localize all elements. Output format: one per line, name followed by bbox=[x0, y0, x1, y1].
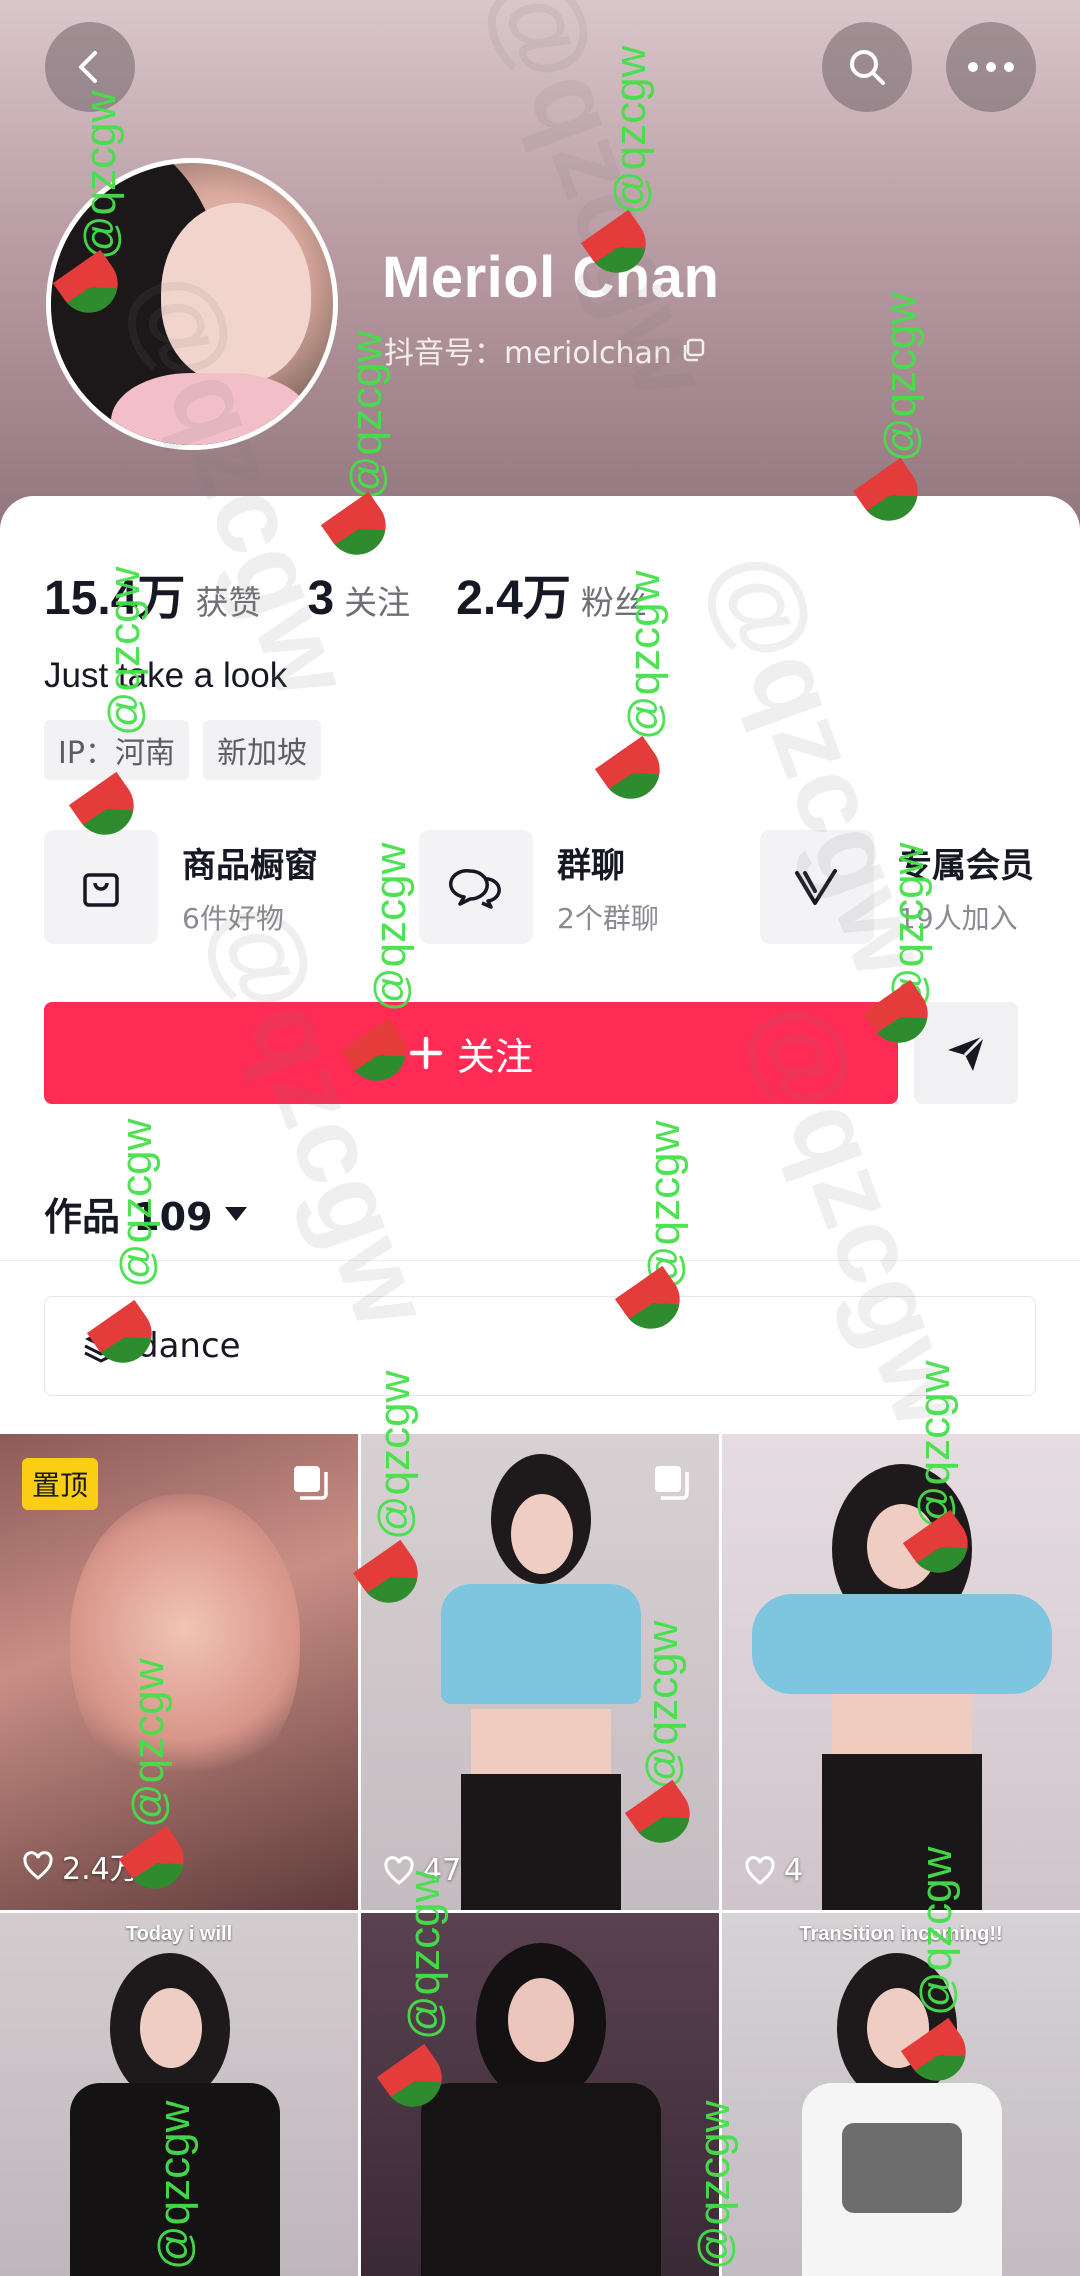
heart-icon bbox=[745, 1855, 775, 1885]
collection-label: dance bbox=[137, 1326, 241, 1366]
shopping-bag-icon bbox=[83, 873, 119, 907]
stat-label: 粉丝 bbox=[580, 583, 647, 622]
video-tile[interactable] bbox=[361, 1913, 719, 2276]
like-count-text: 47 bbox=[423, 1853, 462, 1888]
search-icon bbox=[850, 50, 885, 85]
ip-location-tag: IP：河南 bbox=[44, 720, 189, 780]
more-dots-icon bbox=[968, 62, 1014, 72]
stat-number: 3 bbox=[307, 572, 335, 625]
service-group-chat[interactable]: 群聊 2个群聊 bbox=[419, 830, 659, 944]
service-title: 商品橱窗 bbox=[182, 845, 318, 886]
service-shop-window[interactable]: 商品橱窗 6件好物 bbox=[44, 830, 318, 944]
stat-followers[interactable]: 2.4万 粉丝 bbox=[456, 558, 647, 628]
profile-header: Meriol Chan 抖音号：meriolchan bbox=[0, 0, 1080, 560]
multi-image-icon bbox=[655, 1466, 689, 1500]
video-tile[interactable]: Today i will bbox=[0, 1913, 358, 2276]
video-caption: Today i will bbox=[125, 1923, 233, 1945]
video-caption: Transition incoming!! bbox=[799, 1923, 1003, 1945]
caret-down-icon bbox=[224, 1206, 247, 1221]
stack-layers-icon bbox=[84, 1331, 118, 1363]
chat-bubbles-icon bbox=[448, 869, 501, 909]
service-subtitle: 6件好物 bbox=[182, 901, 284, 935]
heart-icon bbox=[23, 1851, 53, 1880]
service-title: 群聊 bbox=[557, 845, 625, 886]
service-membership[interactable]: 专属会员 19人加入 bbox=[760, 830, 1034, 944]
video-tile[interactable]: 47 bbox=[361, 1434, 719, 1910]
search-button[interactable] bbox=[822, 22, 912, 112]
stats-row: 15.4万 获赞 3 关注 2.4万 粉丝 bbox=[44, 558, 693, 628]
paper-plane-icon bbox=[948, 1034, 986, 1071]
stat-following[interactable]: 3 关注 bbox=[307, 571, 410, 626]
more-button[interactable] bbox=[946, 22, 1036, 112]
stat-number: 2.4万 bbox=[456, 572, 571, 625]
multi-image-icon bbox=[294, 1466, 328, 1500]
like-count-text: 2.4万 bbox=[62, 1852, 140, 1887]
like-count-text: 4 bbox=[784, 1853, 804, 1888]
service-title: 专属会员 bbox=[898, 845, 1034, 886]
video-grid: 置顶 2.4万 47 4 Today i will Transition inc… bbox=[0, 1434, 1080, 2276]
douyin-id[interactable]: 抖音号：meriolchan bbox=[384, 328, 706, 372]
back-button[interactable] bbox=[45, 22, 135, 112]
chevron-left-icon bbox=[79, 51, 97, 83]
stat-label: 获赞 bbox=[195, 583, 262, 622]
works-tab-label: 作品 109 bbox=[44, 1195, 213, 1239]
heart-icon bbox=[384, 1855, 414, 1885]
vip-v-icon bbox=[795, 869, 837, 905]
like-count: 2.4万 bbox=[22, 1844, 140, 1888]
avatar[interactable] bbox=[46, 158, 338, 450]
send-message-button[interactable] bbox=[914, 1002, 1018, 1104]
divider bbox=[0, 1260, 1080, 1261]
service-subtitle: 19人加入 bbox=[898, 901, 1018, 935]
service-subtitle: 2个群聊 bbox=[557, 901, 659, 935]
tab-works[interactable]: 作品 109 bbox=[44, 1186, 249, 1241]
video-tile[interactable]: 4 bbox=[722, 1434, 1080, 1910]
copy-icon[interactable] bbox=[680, 337, 706, 363]
stat-number: 15.4万 bbox=[44, 572, 186, 625]
like-count: 47 bbox=[383, 1853, 461, 1888]
video-tile[interactable]: Transition incoming!! bbox=[722, 1913, 1080, 2276]
bio: Just take a look bbox=[44, 656, 288, 695]
follow-label: 关注 bbox=[456, 1034, 533, 1079]
like-count: 4 bbox=[744, 1853, 803, 1888]
stat-label: 关注 bbox=[344, 583, 411, 622]
plus-icon bbox=[409, 1036, 443, 1070]
profile-card: 15.4万 获赞 3 关注 2.4万 粉丝 Just take a look I… bbox=[0, 496, 1080, 1436]
services-row: 商品橱窗 6件好物 群聊 2个群聊 专属会员 19人加入 bbox=[44, 830, 1054, 944]
follow-button[interactable]: 关注 bbox=[44, 1002, 898, 1104]
douyin-id-text: 抖音号：meriolchan bbox=[384, 336, 672, 371]
stat-likes[interactable]: 15.4万 获赞 bbox=[44, 558, 261, 628]
collection-dance[interactable]: dance bbox=[44, 1296, 1036, 1396]
pinned-badge: 置顶 bbox=[22, 1458, 99, 1510]
video-tile[interactable]: 置顶 2.4万 bbox=[0, 1434, 358, 1910]
nickname: Meriol Chan bbox=[382, 245, 720, 310]
country-tag: 新加坡 bbox=[202, 720, 321, 780]
tag-row: IP：河南 新加坡 bbox=[44, 720, 321, 780]
